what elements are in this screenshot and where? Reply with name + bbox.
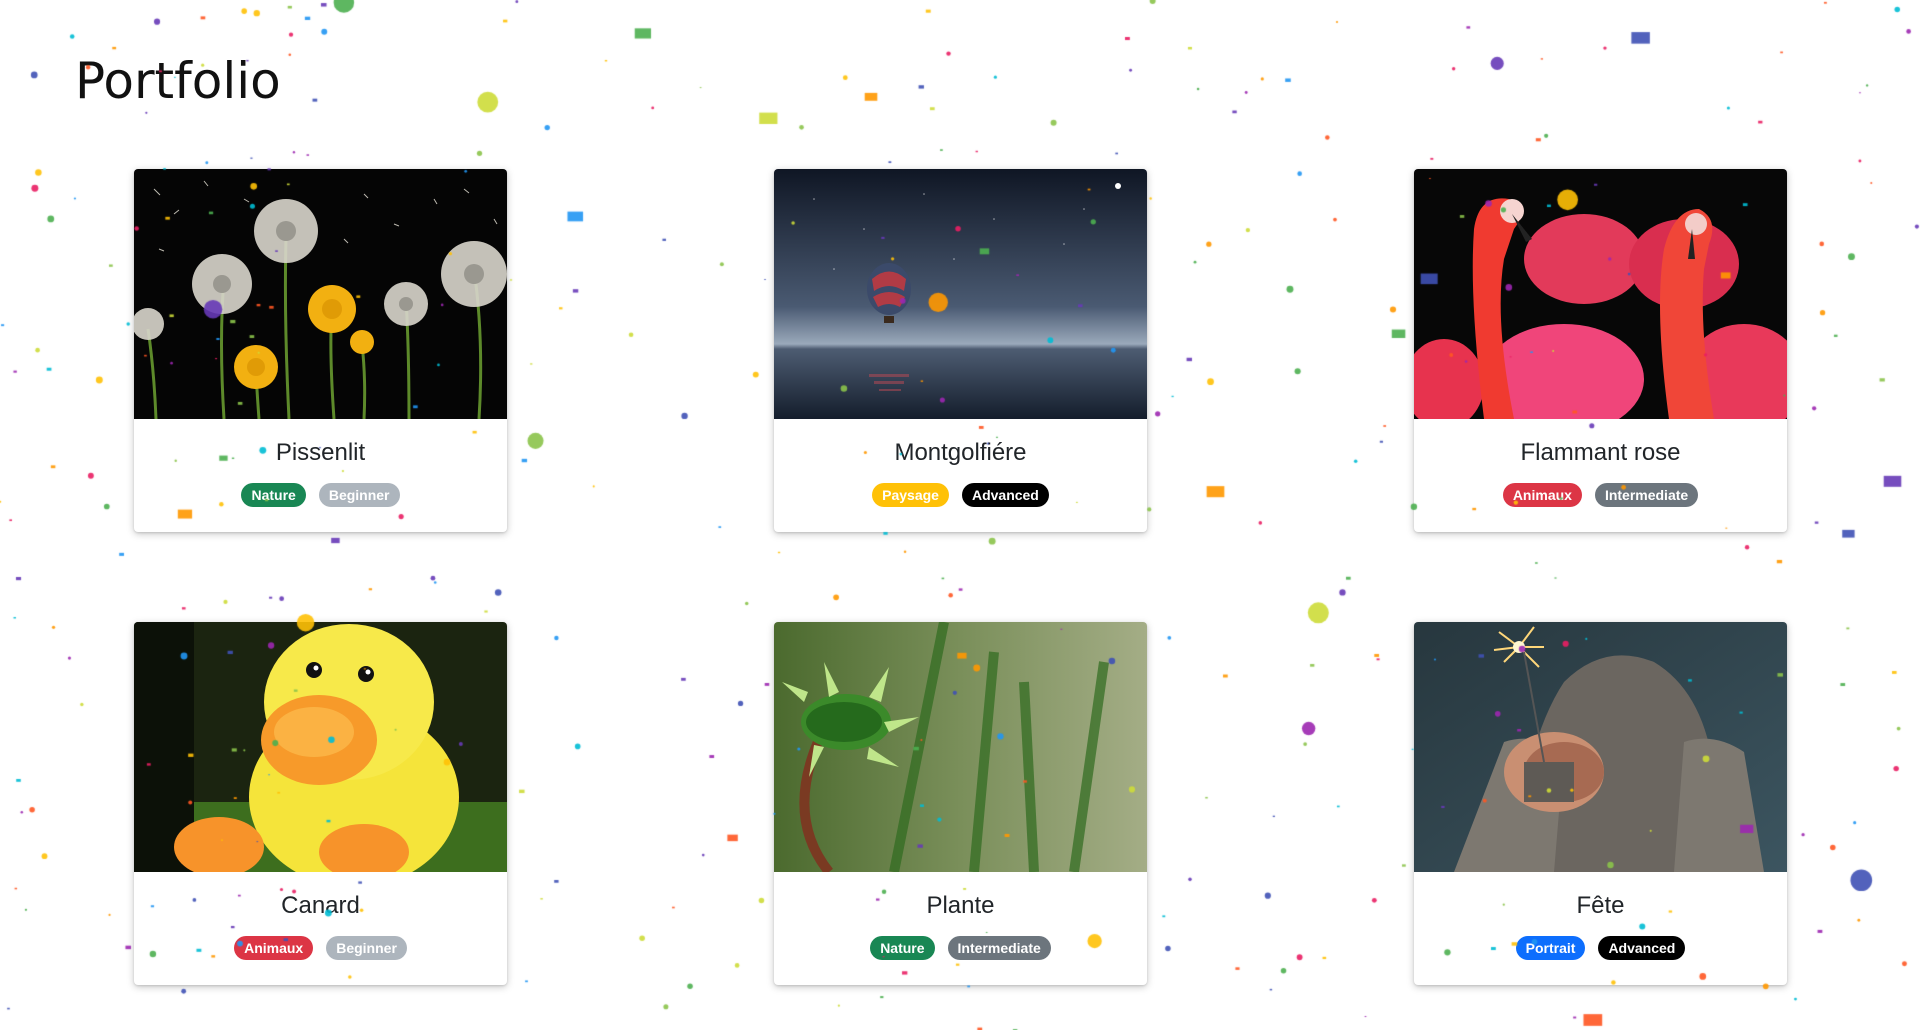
portfolio-card-canard[interactable]: Canard Animaux Beginner bbox=[134, 622, 507, 985]
category-badge: Nature bbox=[870, 936, 935, 960]
card-title: Plante bbox=[926, 892, 995, 919]
plush-duck-photo bbox=[134, 622, 507, 872]
card-badges: Paysage Advanced bbox=[774, 483, 1147, 507]
portfolio-card-plante[interactable]: Plante Nature Intermediate bbox=[774, 622, 1147, 985]
category-badge: Animaux bbox=[1502, 483, 1582, 507]
portfolio-card-fete[interactable]: Fête Portrait Advanced bbox=[1414, 622, 1787, 985]
flamingos-photo bbox=[1414, 169, 1787, 419]
category-badge: Nature bbox=[241, 483, 306, 507]
level-badge: Advanced bbox=[1598, 936, 1686, 960]
card-badges: Animaux Beginner bbox=[134, 936, 507, 960]
card-title: Pissenlit bbox=[275, 439, 366, 466]
level-badge: Intermediate bbox=[1594, 483, 1699, 507]
plant-bud-photo bbox=[774, 622, 1147, 872]
card-title: Fête bbox=[1576, 892, 1625, 919]
category-badge: Portrait bbox=[1515, 936, 1586, 960]
card-badges: Animaux Intermediate bbox=[1414, 483, 1787, 507]
hot-air-balloon-photo bbox=[774, 169, 1147, 419]
card-badges: Portrait Advanced bbox=[1414, 936, 1787, 960]
category-badge: Paysage bbox=[872, 483, 949, 507]
level-badge: Beginner bbox=[318, 483, 400, 507]
sparkler-photo bbox=[1414, 622, 1787, 872]
card-title: Montgolfiére bbox=[894, 439, 1027, 466]
dandelions-photo bbox=[134, 169, 507, 419]
portfolio-card-pissenlit[interactable]: Pissenlit Nature Beginner bbox=[134, 169, 507, 532]
portfolio-card-flammant-rose[interactable]: Flammant rose Animaux Intermediate bbox=[1414, 169, 1787, 532]
card-badges: Nature Intermediate bbox=[774, 936, 1147, 960]
portfolio-card-montgolfiere[interactable]: Montgolfiére Paysage Advanced bbox=[774, 169, 1147, 532]
level-badge: Intermediate bbox=[947, 936, 1051, 960]
page-title: Portfolio bbox=[75, 52, 281, 110]
card-title: Canard bbox=[281, 892, 360, 919]
level-badge: Advanced bbox=[961, 483, 1049, 507]
category-badge: Animaux bbox=[234, 936, 314, 960]
card-badges: Nature Beginner bbox=[134, 483, 507, 507]
level-badge: Beginner bbox=[326, 936, 407, 960]
card-title: Flammant rose bbox=[1520, 439, 1681, 466]
